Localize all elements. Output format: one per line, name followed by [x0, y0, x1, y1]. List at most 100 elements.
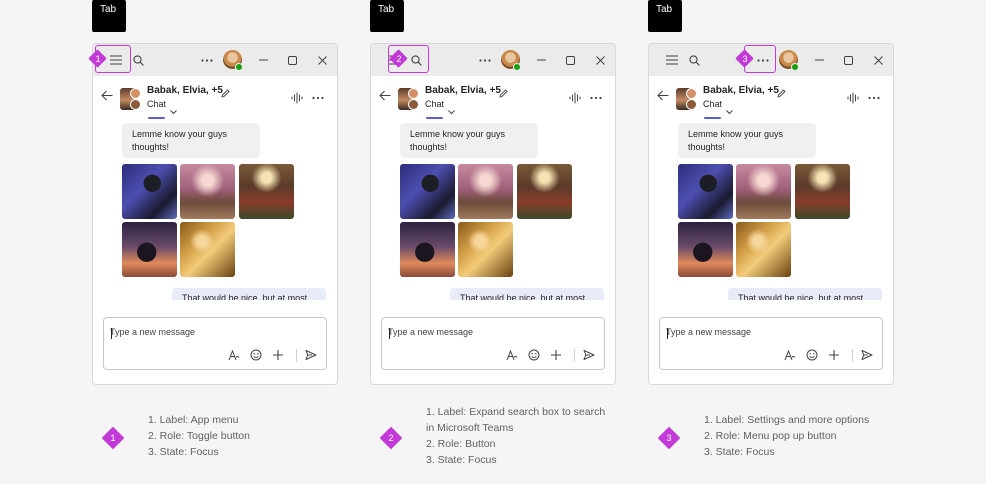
shared-photo[interactable]: [457, 163, 514, 220]
minimize-icon: [814, 59, 824, 61]
text-caret: [389, 328, 390, 339]
emoji-icon[interactable]: [806, 348, 818, 366]
format-icon[interactable]: [506, 348, 518, 366]
tab-chat[interactable]: Chat: [425, 99, 444, 109]
description-line: 3. State: Focus: [704, 446, 775, 458]
send-icon[interactable]: [583, 348, 595, 366]
audio-waveform-icon[interactable]: [847, 91, 859, 109]
shared-photo[interactable]: [121, 163, 178, 220]
shared-photo[interactable]: [735, 163, 792, 220]
maximize-button[interactable]: [838, 44, 858, 76]
maximize-icon: [287, 55, 297, 65]
description-line: 3. State: Focus: [426, 454, 497, 466]
compose-box: [381, 317, 605, 370]
back-arrow-icon[interactable]: [101, 88, 113, 106]
message-list[interactable]: Lemme know your guys thoughts! That woul…: [371, 120, 615, 300]
message-input[interactable]: [388, 327, 588, 337]
description-line: 2. Role: Menu pop up button: [704, 430, 837, 442]
group-avatar: [120, 88, 141, 110]
message-list[interactable]: Lemme know your guys thoughts! That woul…: [649, 120, 893, 300]
shared-photo[interactable]: [516, 163, 573, 220]
accessibility-description: 1. Label: Expand search box to search in…: [426, 404, 616, 468]
back-arrow-icon[interactable]: [657, 88, 669, 106]
close-icon: [317, 55, 327, 65]
send-icon[interactable]: [305, 348, 317, 366]
minimize-button[interactable]: [253, 44, 273, 76]
close-icon: [873, 55, 883, 65]
chevron-down-icon[interactable]: [726, 102, 733, 120]
edit-icon[interactable]: [499, 85, 508, 103]
tab-key-indicator: Tab: [648, 0, 682, 32]
teams-chat-window: Babak, Elvia, +5 Chat Lemme know your gu…: [648, 43, 894, 385]
active-tab-indicator: [704, 117, 721, 119]
shared-photo[interactable]: [238, 163, 295, 220]
more-icon[interactable]: [868, 91, 880, 109]
text-caret: [667, 328, 668, 339]
description-line: 1. Label: Settings and more options: [704, 414, 870, 426]
shared-photo[interactable]: [399, 163, 456, 220]
divider: [296, 349, 297, 362]
settings-more-options-button[interactable]: [475, 44, 495, 76]
back-arrow-icon[interactable]: [379, 88, 391, 106]
maximize-button[interactable]: [560, 44, 580, 76]
message-list[interactable]: Lemme know your guys thoughts! That woul…: [93, 120, 337, 300]
description-step-marker: 3: [657, 426, 681, 450]
description-line: 1. Label: Expand search box to search in…: [426, 406, 606, 434]
shared-photo[interactable]: [121, 221, 178, 278]
incoming-message: Lemme know your guys thoughts!: [678, 123, 816, 158]
chevron-down-icon[interactable]: [170, 102, 177, 120]
description-line: 2. Role: Toggle button: [148, 430, 250, 442]
close-button[interactable]: [868, 44, 888, 76]
shared-photo[interactable]: [179, 163, 236, 220]
example-column-2: Tab Babak, Elvia, +5 Chat Lemme know you…: [370, 0, 618, 484]
active-tab-indicator: [426, 117, 443, 119]
emoji-icon[interactable]: [250, 348, 262, 366]
tab-chat[interactable]: Chat: [147, 99, 166, 109]
message-input[interactable]: [666, 327, 866, 337]
tab-chat[interactable]: Chat: [703, 99, 722, 109]
add-icon[interactable]: [828, 348, 840, 366]
more-icon[interactable]: [590, 91, 602, 109]
chat-header: Babak, Elvia, +5 Chat: [371, 76, 615, 120]
search-button[interactable]: [684, 44, 704, 76]
add-icon[interactable]: [550, 348, 562, 366]
tab-key-indicator: Tab: [92, 0, 126, 32]
emoji-icon[interactable]: [528, 348, 540, 366]
chat-title[interactable]: Babak, Elvia, +5: [425, 85, 501, 96]
chat-title[interactable]: Babak, Elvia, +5: [147, 85, 223, 96]
more-icon[interactable]: [312, 91, 324, 109]
divider: [574, 349, 575, 362]
edit-icon[interactable]: [777, 85, 786, 103]
audio-waveform-icon[interactable]: [569, 91, 581, 109]
teams-chat-window: Babak, Elvia, +5 Chat Lemme know your gu…: [92, 43, 338, 385]
shared-photo[interactable]: [457, 221, 514, 278]
maximize-button[interactable]: [282, 44, 302, 76]
presence-available-badge: [235, 63, 243, 71]
message-input[interactable]: [110, 327, 310, 337]
incoming-message: Lemme know your guys thoughts!: [122, 123, 260, 158]
shared-photo[interactable]: [735, 221, 792, 278]
shared-photo[interactable]: [179, 221, 236, 278]
format-icon[interactable]: [784, 348, 796, 366]
audio-waveform-icon[interactable]: [291, 91, 303, 109]
presence-available-badge: [513, 63, 521, 71]
send-icon[interactable]: [861, 348, 873, 366]
search-button[interactable]: [128, 44, 148, 76]
shared-photo[interactable]: [794, 163, 851, 220]
chat-title[interactable]: Babak, Elvia, +5: [703, 85, 779, 96]
shared-photo[interactable]: [677, 221, 734, 278]
presence-available-badge: [791, 63, 799, 71]
settings-more-options-button[interactable]: [197, 44, 217, 76]
maximize-icon: [565, 55, 575, 65]
app-menu-button[interactable]: [662, 44, 682, 76]
add-icon[interactable]: [272, 348, 284, 366]
close-button[interactable]: [312, 44, 332, 76]
minimize-button[interactable]: [809, 44, 829, 76]
close-button[interactable]: [590, 44, 610, 76]
chevron-down-icon[interactable]: [448, 102, 455, 120]
edit-icon[interactable]: [221, 85, 230, 103]
shared-photo[interactable]: [399, 221, 456, 278]
shared-photo[interactable]: [677, 163, 734, 220]
minimize-button[interactable]: [531, 44, 551, 76]
format-icon[interactable]: [228, 348, 240, 366]
